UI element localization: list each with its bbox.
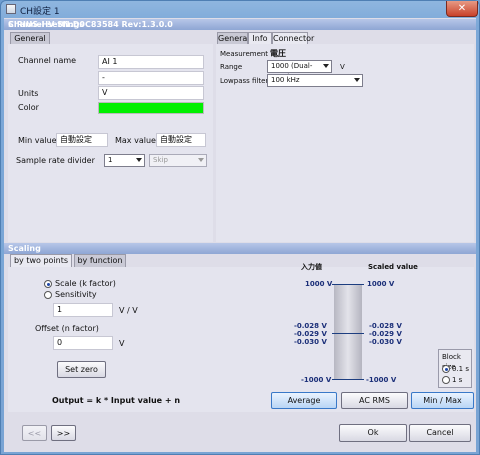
range-label: Range [220,63,243,71]
block-size-1s-label: 1 s [452,376,463,384]
mid-scaled-value: -0.030 V [369,338,402,346]
offset-input[interactable]: 0 [53,336,113,350]
tab-general-right[interactable]: General [217,32,250,44]
next-channel-button[interactable]: >> [51,425,76,441]
bottom-input-value: -1000 V [301,376,332,384]
mid-input-value: -0.030 V [294,338,327,346]
top-scaled-value: 1000 V [367,280,395,288]
scale-bar [334,284,362,380]
scale-k-label: Scale (k factor) [55,279,116,288]
formula-text: Output = k * Input value + n [52,396,181,405]
tab-connector[interactable]: Connector [272,32,314,44]
ok-button[interactable]: Ok [339,424,407,442]
sensitivity-radio[interactable] [44,291,52,299]
range-unit: V [340,63,345,71]
k-factor-input[interactable]: 1 [53,303,113,317]
block-size-group: Block size 0.1 s 1 s [438,349,472,388]
mid-scaled-value: -0.028 V [369,322,402,330]
mid-input-value: -0.028 V [294,322,327,330]
max-value-label: Max value [115,136,156,145]
chevron-down-icon [198,158,204,162]
app-icon [6,4,16,14]
measurement-label: Measurement [220,50,269,58]
chevron-down-icon [323,64,329,68]
skip-select[interactable]: Skip [149,154,207,167]
units-label: Units [18,89,39,98]
chevron-down-icon [354,78,360,82]
window-title: CH設定 1 [20,7,60,17]
average-button[interactable]: Average [271,392,337,409]
title-bar[interactable]: CH設定 1 ✕ [1,1,479,18]
sensitivity-label: Sensitivity [55,290,97,299]
block-size-0-1s-radio[interactable] [442,365,450,373]
bottom-scaled-value: -1000 V [366,376,397,384]
measurement-value: 電圧 [270,49,286,58]
channel-settings-header: Channel settings SIRIUS-HV SN:D0C83584 R… [4,19,476,30]
close-button[interactable]: ✕ [446,1,478,17]
sample-rate-divider-value: 1 [108,156,113,164]
tab-by-two-points[interactable]: by two points [10,254,72,267]
mid-scaled-value: -0.029 V [369,330,402,338]
input-value-header: 入力値 [301,263,322,271]
color-label: Color [18,103,39,112]
mid-scale-line [332,333,364,334]
tab-general-left[interactable]: General [10,32,50,44]
prev-channel-button[interactable]: << [22,425,47,441]
min-value-label: Min value [18,136,57,145]
top-scale-line [332,284,364,285]
cancel-button[interactable]: Cancel [409,424,471,442]
device-info: SIRIUS-HV SN:D0C83584 Rev:1.3.0.0 [8,20,173,29]
range-select[interactable]: 1000 (Dual-Core) [267,60,332,81]
min-value-input[interactable]: 自動設定 [56,133,108,147]
color-swatch[interactable] [98,102,204,114]
block-size-0-1s-label: 0.1 s [452,365,470,373]
skip-value: Skip [153,156,168,164]
scaling-header: Scaling [4,243,476,254]
ac-rms-button[interactable]: AC RMS [341,392,408,409]
scale-k-radio[interactable] [44,280,52,288]
min-max-button[interactable]: Min / Max [411,392,474,409]
chevron-down-icon [136,158,142,162]
offset-label: Offset (n factor) [35,324,99,333]
lowpass-label: Lowpass filter [220,77,269,85]
block-size-1s-radio[interactable] [442,376,450,384]
mid-input-value: -0.029 V [294,330,327,338]
tab-by-function[interactable]: by function [74,254,126,267]
description-input[interactable]: - [98,71,204,85]
offset-unit: V [119,339,125,348]
units-input[interactable]: V [98,86,204,100]
dialog-window: CH設定 1 ✕ Channel settings SIRIUS-HV SN:D… [0,0,480,455]
k-factor-unit: V / V [119,306,138,315]
top-input-value: 1000 V [305,280,333,288]
dialog-client: Channel settings SIRIUS-HV SN:D0C83584 R… [4,18,476,452]
sample-rate-divider-label: Sample rate divider [16,156,95,165]
max-value-input[interactable]: 自動設定 [156,133,206,147]
scaled-value-header: Scaled value [368,263,418,271]
channel-name-label: Channel name [18,56,77,65]
lowpass-select[interactable]: 100 kHz [267,74,363,87]
scaling-title: Scaling [8,244,41,253]
set-zero-button[interactable]: Set zero [57,361,106,378]
sample-rate-divider-select[interactable]: 1 [104,154,145,167]
lowpass-value: 100 kHz [271,76,300,84]
tab-info[interactable]: Info [248,32,272,44]
bottom-scale-line [332,379,364,380]
channel-name-input[interactable]: AI 1 [98,55,204,69]
